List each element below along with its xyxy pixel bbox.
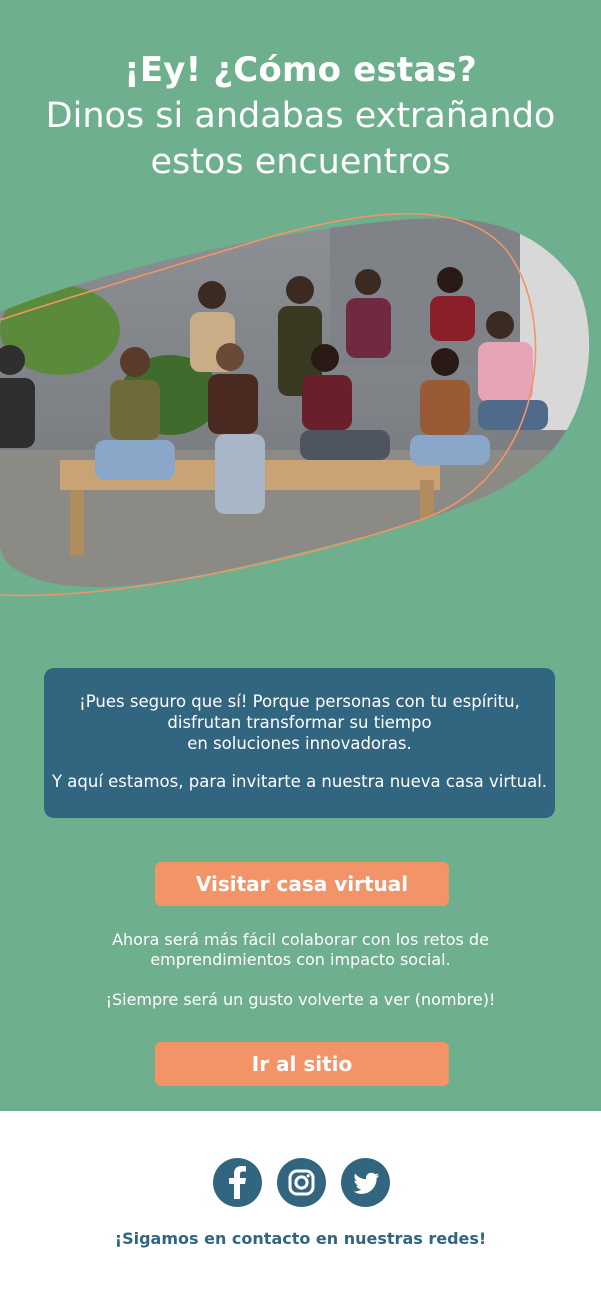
- info-paragraph-2: Y aquí estamos, para invitarte a nuestra…: [51, 772, 548, 791]
- headline-line2: Dinos si andabas extrañando: [45, 96, 556, 136]
- twitter-icon[interactable]: [341, 1158, 390, 1207]
- social-cta-text: ¡Sigamos en contacto en nuestras redes!: [114, 1229, 487, 1248]
- greeting-note: ¡Siempre será un gusto volverte a ver (n…: [105, 990, 496, 1009]
- hero-section: ¡Ey! ¿Cómo estas? Dinos si andabas extra…: [0, 0, 601, 1111]
- visit-virtual-house-button[interactable]: Visitar casa virtual: [155, 862, 449, 906]
- headline-greeting: ¡Ey! ¿Cómo estas?: [124, 50, 477, 90]
- instagram-icon[interactable]: [277, 1158, 326, 1207]
- collaboration-note: Ahora será más fácil colaborar con los r…: [112, 930, 489, 969]
- facebook-icon[interactable]: [213, 1158, 262, 1207]
- info-paragraph-1: ¡Pues seguro que sí! Porque personas con…: [79, 692, 520, 753]
- social-links: [213, 1158, 390, 1207]
- footer: ¡Sigamos en contacto en nuestras redes!: [0, 1111, 601, 1301]
- group-photo: [0, 212, 590, 597]
- info-box: ¡Pues seguro que sí! Porque personas con…: [44, 668, 555, 818]
- headline-line3: estos encuentros: [150, 142, 451, 182]
- go-to-site-button[interactable]: Ir al sitio: [155, 1042, 449, 1086]
